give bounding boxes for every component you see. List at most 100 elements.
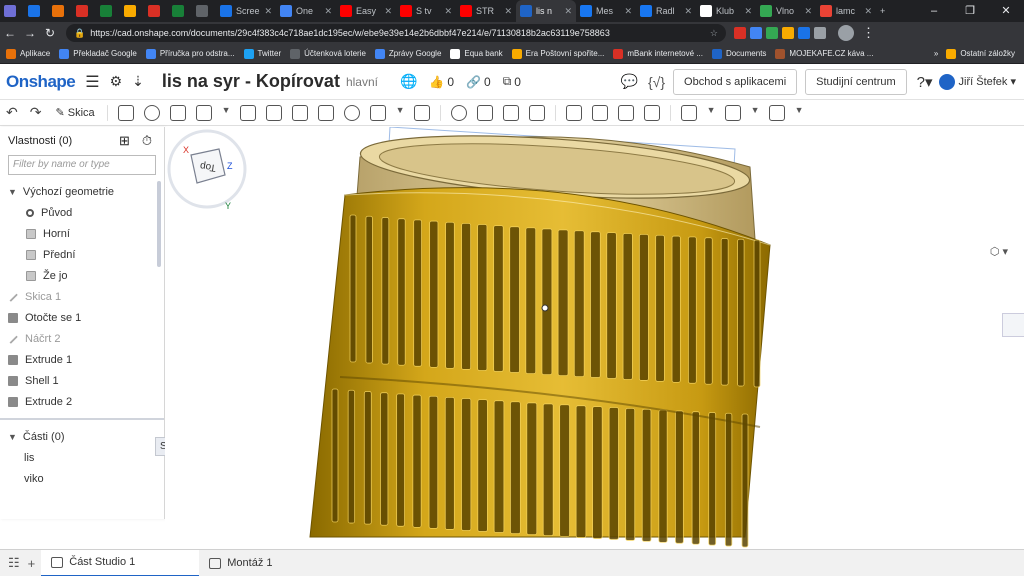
new-tab-button[interactable]: + — [876, 0, 896, 22]
help-icon[interactable]: ?▾ — [917, 73, 933, 91]
rollback-timer-icon[interactable]: ⏱ — [142, 133, 152, 149]
browser-tab[interactable] — [72, 0, 96, 22]
loft-tool-icon[interactable] — [195, 104, 212, 121]
extension-icon[interactable] — [734, 27, 746, 39]
browser-tab[interactable]: One ✕ — [276, 0, 336, 22]
browser-tab[interactable] — [24, 0, 48, 22]
revolve-tool-icon[interactable] — [143, 104, 160, 121]
feature-item[interactable]: Extrude 1 — [0, 349, 164, 370]
bookmarks-overflow-button[interactable]: » — [934, 49, 938, 58]
bookmark-item[interactable]: Equa bank — [450, 48, 503, 59]
insert-icon[interactable]: ⇣ — [132, 73, 144, 90]
close-tab-icon[interactable]: ✕ — [800, 6, 812, 17]
tab-manager-icon[interactable]: ☷ — [8, 555, 20, 571]
close-tab-icon[interactable]: ✕ — [680, 6, 692, 17]
document-title[interactable]: lis na syr - Kopírovat — [162, 71, 340, 92]
back-arrow-icon[interactable]: ← — [0, 26, 20, 40]
browser-tab[interactable]: Vlno ✕ — [756, 0, 816, 22]
extension-icon[interactable] — [782, 27, 794, 39]
browser-tab[interactable] — [144, 0, 168, 22]
close-tab-icon[interactable]: ✕ — [500, 6, 512, 17]
reload-icon[interactable]: ↻ — [40, 26, 60, 40]
modify-fillet-tool-icon[interactable] — [565, 104, 582, 121]
comments-icon[interactable]: 💬 — [621, 73, 638, 90]
sweep-tool-icon[interactable] — [169, 104, 186, 121]
other-bookmarks-folder[interactable]: Ostatní záložky — [946, 48, 1015, 59]
hamburger-menu-icon[interactable]: ☰ — [85, 72, 99, 92]
boolean-tool-icon[interactable] — [450, 104, 467, 121]
browser-tab[interactable] — [192, 0, 216, 22]
sketch-button[interactable]: ✎ Skica — [55, 106, 94, 120]
forward-arrow-icon[interactable]: → — [20, 26, 40, 40]
browser-tab[interactable]: Easy ✕ — [336, 0, 396, 22]
maximize-icon[interactable]: ❐ — [952, 0, 988, 22]
element-tab[interactable]: Část Studio 1 — [41, 549, 200, 576]
star-icon[interactable]: ☆ — [710, 28, 718, 39]
browser-tab[interactable] — [168, 0, 192, 22]
onshape-logo[interactable]: Onshape — [6, 72, 76, 92]
parts-group[interactable]: ▼ Části (0) — [0, 426, 164, 447]
view-tool-icon[interactable] — [724, 104, 741, 121]
bookmark-item[interactable]: Zprávy Google — [374, 48, 441, 59]
browser-tab[interactable]: Radl ✕ — [636, 0, 696, 22]
feature-item[interactable]: Otočte se 1 — [0, 307, 164, 328]
feature-item[interactable]: Extrude 2 — [0, 391, 164, 412]
default-geometry-group[interactable]: ▼ Výchozí geometrie — [0, 181, 164, 202]
extension-icon[interactable] — [814, 27, 826, 39]
element-tab[interactable]: Montáž 1 — [199, 550, 282, 576]
close-tab-icon[interactable]: ✕ — [380, 6, 392, 17]
chevron-down-icon[interactable]: ▼ — [751, 105, 760, 121]
offset-surface-tool-icon[interactable] — [643, 104, 660, 121]
split-tool-icon[interactable] — [476, 104, 493, 121]
bookmark-item[interactable]: Era Poštovní spořite... — [511, 48, 604, 59]
replace-face-tool-icon[interactable] — [617, 104, 634, 121]
browser-tab[interactable]: STR ✕ — [456, 0, 516, 22]
browser-tab[interactable]: Scree ✕ — [216, 0, 276, 22]
browser-tab[interactable]: Klub ✕ — [696, 0, 756, 22]
chevron-down-icon[interactable]: ▼ — [396, 105, 405, 121]
browser-tab[interactable] — [96, 0, 120, 22]
close-tab-icon[interactable]: ✕ — [320, 6, 332, 17]
likes-counter[interactable]: 👍 0 — [429, 75, 454, 89]
transform-tool-icon[interactable] — [502, 104, 519, 121]
bookmark-item[interactable]: Překladač Google — [59, 48, 137, 59]
branch-label[interactable]: hlavní — [346, 75, 378, 89]
copies-counter[interactable]: ⧉ 0 — [503, 74, 521, 89]
feature-item[interactable]: Náčrt 2 — [0, 328, 164, 349]
chevron-down-icon[interactable]: ▼ — [222, 105, 231, 121]
browser-tab[interactable]: lis n ✕ — [516, 0, 576, 22]
panel-scrollbar[interactable] — [157, 181, 161, 267]
add-folder-icon[interactable]: ⊞ — [119, 133, 130, 149]
close-tab-icon[interactable]: ✕ — [260, 6, 272, 17]
close-tab-icon[interactable]: ✕ — [560, 6, 572, 17]
feature-item[interactable]: Skica 1 — [0, 286, 164, 307]
bookmark-item[interactable]: Twitter — [243, 48, 281, 59]
feature-item[interactable]: Shell 1 — [0, 370, 164, 391]
geometry-item[interactable]: Přední — [0, 244, 164, 265]
appearance-panel-tab[interactable] — [1002, 313, 1024, 337]
add-tab-icon[interactable]: + — [28, 556, 36, 571]
extension-icon[interactable] — [798, 27, 810, 39]
hole-tool-icon[interactable] — [343, 104, 360, 121]
part-item[interactable]: lis — [0, 447, 164, 468]
view-cube[interactable]: Top X Z Y — [165, 127, 249, 211]
mate-connector-tool-icon[interactable] — [768, 104, 785, 121]
bookmark-item[interactable]: mBank internetové ... — [613, 48, 703, 59]
draft-tool-icon[interactable] — [291, 104, 308, 121]
plane-tool-icon[interactable] — [680, 104, 697, 121]
links-counter[interactable]: 🔗 0 — [466, 75, 491, 89]
bookmark-item[interactable]: Aplikace — [6, 48, 50, 59]
chevron-down-icon[interactable]: ▼ — [8, 187, 17, 197]
globe-icon[interactable]: 🌐 — [400, 73, 417, 90]
extension-icon[interactable] — [766, 27, 778, 39]
extension-icon[interactable] — [750, 27, 762, 39]
minimize-icon[interactable]: – — [916, 0, 952, 22]
workspace-settings-icon[interactable]: ⚙ — [110, 73, 123, 90]
close-tab-icon[interactable]: ✕ — [740, 6, 752, 17]
panel-divider[interactable] — [0, 418, 164, 420]
extrude-tool-icon[interactable] — [117, 104, 134, 121]
mirror-tool-icon[interactable] — [413, 104, 430, 121]
close-tab-icon[interactable]: ✕ — [620, 6, 632, 17]
bookmark-item[interactable]: Účtenková loterie — [290, 48, 366, 59]
bookmark-item[interactable]: MOJEKAFE.CZ káva ... — [775, 48, 873, 59]
